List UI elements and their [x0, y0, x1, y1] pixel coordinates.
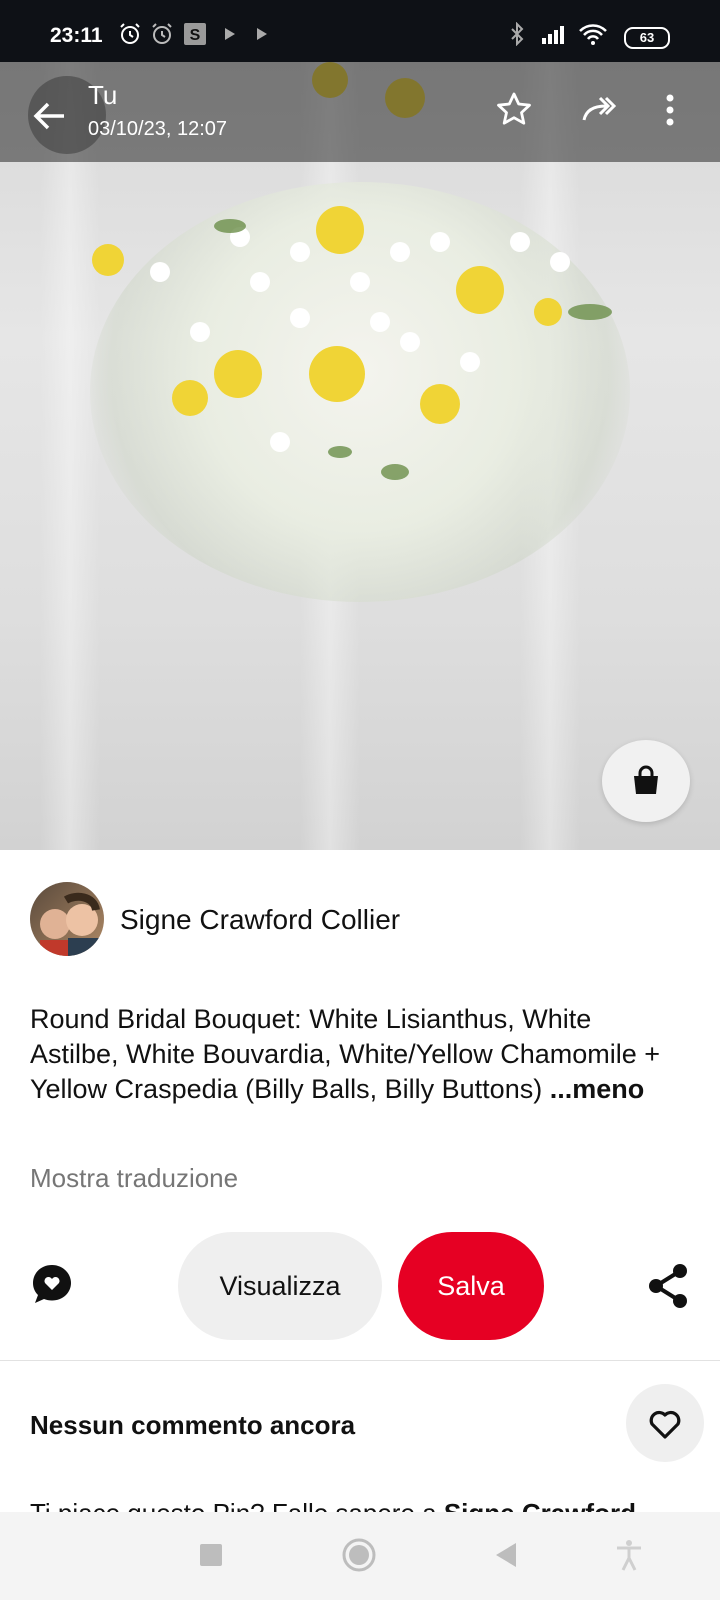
shopping-bag-icon [634, 765, 658, 794]
save-button[interactable]: Salva [398, 1232, 544, 1340]
bouquet-flowers [92, 62, 612, 480]
accessibility-icon[interactable] [612, 1538, 646, 1572]
alarm-off-icon [152, 23, 172, 44]
play-icon [225, 28, 235, 40]
heart-icon [649, 1410, 681, 1439]
pin-image[interactable] [0, 62, 720, 850]
status-bar: 23:11 S 63 [0, 0, 720, 62]
author-row[interactable]: Signe Crawford Collier [30, 882, 690, 956]
author-name[interactable]: Signe Crawford Collier [120, 904, 400, 936]
heart-button[interactable] [626, 1384, 704, 1462]
back-arrow-icon [33, 102, 64, 130]
avatar[interactable] [30, 882, 104, 956]
pin-description: Round Bridal Bouquet: White Lisianthus, … [30, 1002, 670, 1107]
home-circle-icon[interactable] [342, 1538, 376, 1572]
comments-title: Nessun commento ancora [30, 1410, 356, 1440]
battery-icon: 63 [624, 27, 670, 49]
wifi-icon [579, 24, 607, 45]
star-icon[interactable] [494, 90, 534, 130]
forward-icon[interactable] [580, 90, 620, 130]
pin-timestamp: 03/10/23, 12:07 [88, 118, 228, 140]
more-vertical-icon[interactable] [660, 90, 680, 130]
view-button[interactable]: Visualizza [178, 1232, 382, 1340]
show-translation-link[interactable]: Mostra traduzione [30, 1163, 238, 1194]
comment-heart-icon[interactable] [30, 1262, 74, 1306]
back-triangle-icon[interactable] [490, 1538, 524, 1572]
s-app-icon: S [184, 23, 206, 45]
recents-square-icon[interactable] [194, 1538, 228, 1572]
pin-owner: Tu [88, 80, 118, 110]
share-icon[interactable] [646, 1262, 690, 1310]
less-link[interactable]: ...meno [542, 1074, 645, 1104]
divider [0, 1360, 720, 1361]
alarm-icon [120, 23, 140, 44]
play-icon [257, 28, 267, 40]
svg-text:S: S [190, 27, 201, 44]
shop-button[interactable] [602, 740, 690, 822]
signal-icon [542, 26, 564, 44]
status-time: 23:11 [50, 24, 103, 47]
bluetooth-icon [511, 22, 524, 46]
